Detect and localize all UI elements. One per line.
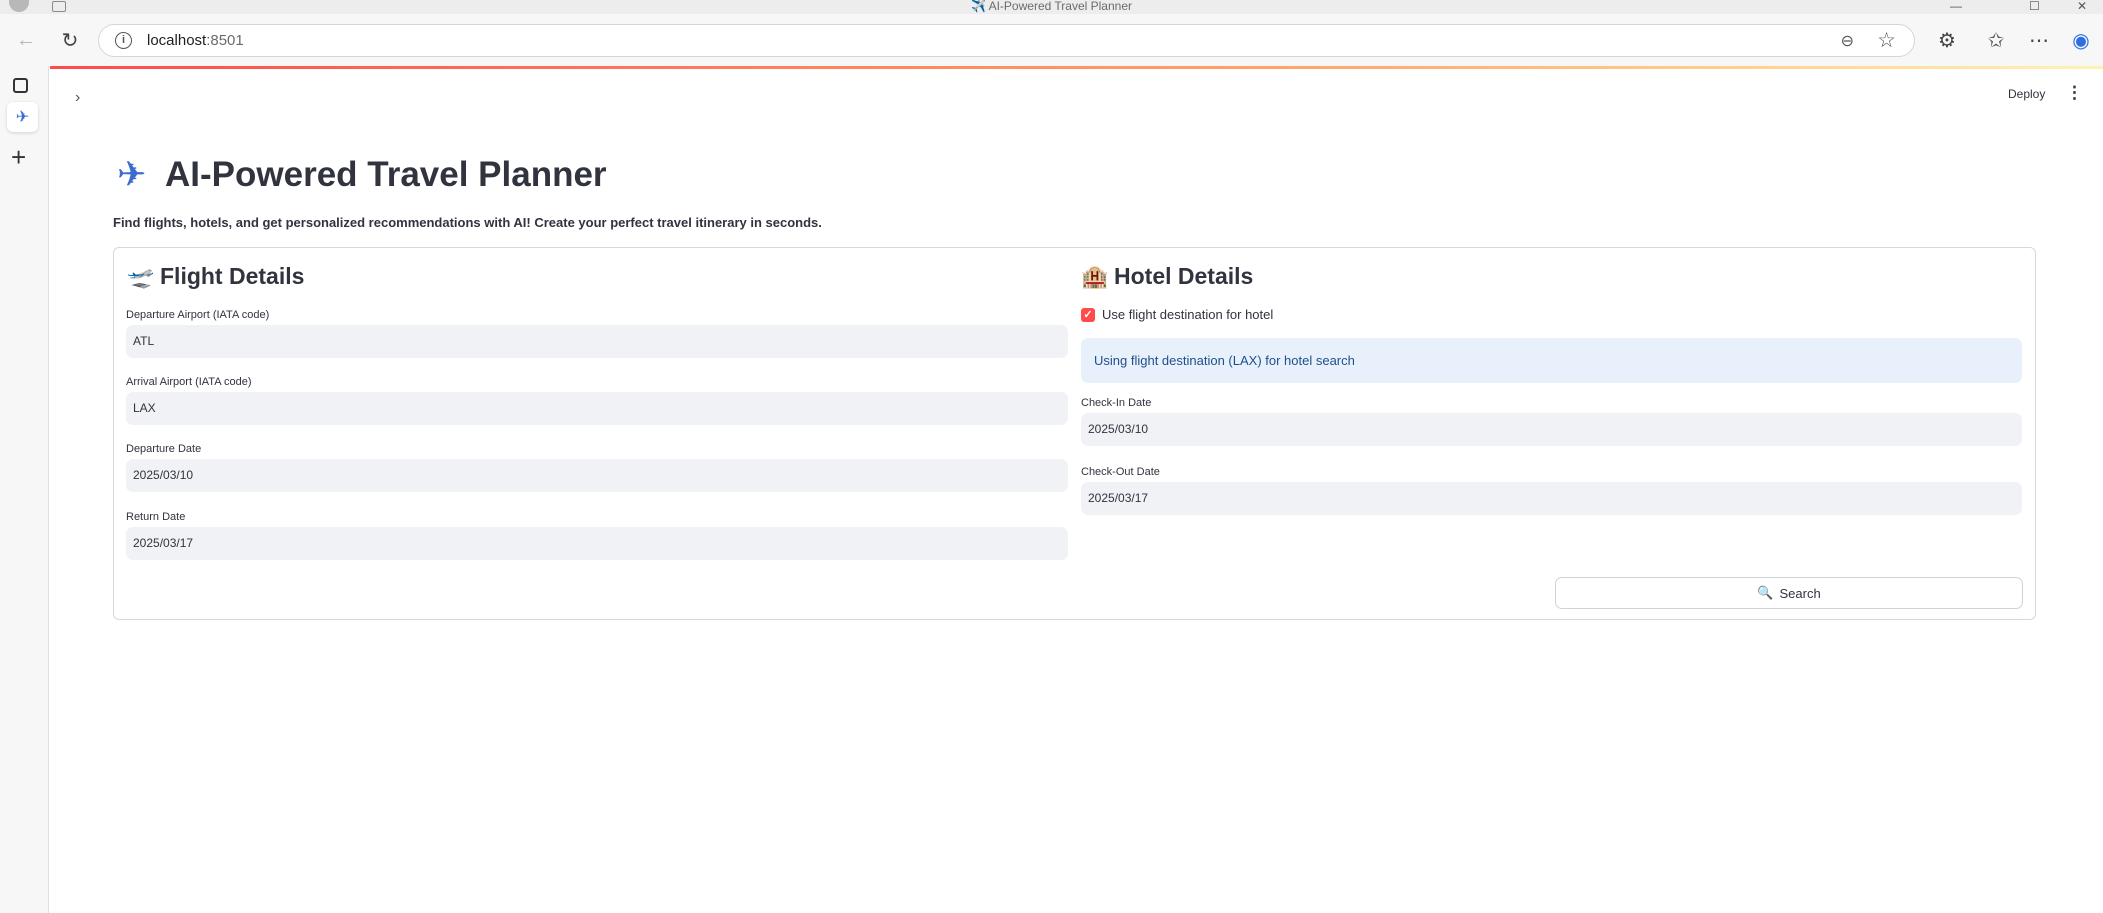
checkout-date-label: Check-Out Date [1081,466,1160,478]
departure-date-input[interactable]: 2025/03/10 [126,459,1068,492]
checkin-date-label: Check-In Date [1081,397,1152,409]
use-flight-destination-label[interactable]: Use flight destination for hotel [1102,307,1273,322]
zoom-icon[interactable]: ⊖ [1841,31,1854,51]
flight-details-heading: 🛫 Flight Details [127,263,304,290]
page-title: ✈ AI-Powered Travel Planner [117,155,607,195]
more-options-icon[interactable]: ⋯ [2025,26,2053,54]
main-menu-icon[interactable]: ⋮ [2066,83,2083,103]
use-flight-destination-checkbox[interactable]: ✓ [1081,308,1095,322]
page-title-text: AI-Powered Travel Planner [165,155,607,194]
checkin-date-input[interactable]: 2025/03/10 [1081,413,2022,446]
browser-title-bar: ✈️ AI-Powered Travel Planner — ☐ ✕ [0,0,2103,14]
url-host: localhost [147,32,207,49]
back-button[interactable]: ← [12,26,40,54]
deploy-button[interactable]: Deploy [2008,87,2045,101]
new-tab-icon[interactable]: + [11,144,26,170]
favorite-star-icon[interactable]: ☆ [1877,28,1896,53]
magnifier-icon: 🔍 [1757,585,1774,600]
arrival-airport-input[interactable]: LAX [126,392,1068,425]
flight-heading-text: Flight Details [160,263,305,289]
app-main: › Deploy ⋮ ✈ AI-Powered Travel Planner Fi… [49,69,2103,913]
search-button[interactable]: 🔍 Search [1555,577,2023,609]
url-port: :8501 [206,32,244,49]
site-info-icon[interactable]: i [115,32,132,49]
favorites-icon[interactable]: ✩ [1982,26,2010,54]
close-icon[interactable]: ✕ [2077,0,2087,13]
sidebar-expand-icon[interactable]: › [75,89,80,107]
checkout-date-input[interactable]: 2025/03/17 [1081,482,2022,515]
return-date-input[interactable]: 2025/03/17 [126,527,1068,560]
tab-actions-icon[interactable] [13,78,28,93]
extensions-icon[interactable]: ⚙ [1933,26,1961,54]
address-bar[interactable]: i localhost:8501 ⊖ ☆ [98,24,1915,57]
arrival-airport-label: Arrival Airport (IATA code) [126,376,252,388]
active-tab-airplane-icon[interactable]: ✈ [7,102,38,132]
reload-button[interactable]: ↻ [56,26,84,54]
copilot-icon[interactable]: ◉ [2067,26,2095,54]
vertical-tabs-sidebar: ✈ + [0,66,49,913]
page-subtitle: Find flights, hotels, and get personaliz… [113,215,822,230]
return-date-label: Return Date [126,511,186,523]
hotel-icon: 🏨 [1081,264,1109,289]
url-text[interactable]: localhost:8501 [147,25,244,56]
browser-toolbar: ← ↻ i localhost:8501 ⊖ ☆ ⚙ ✩ ⋯ ◉ [0,14,2103,66]
info-alert-text: Using flight destination (LAX) for hotel… [1094,353,1355,368]
minimize-icon[interactable]: — [1950,0,1962,13]
departing-plane-icon: 🛫 [127,264,155,289]
info-alert: Using flight destination (LAX) for hotel… [1081,338,2022,383]
departure-airport-label: Departure Airport (IATA code) [126,309,270,321]
hotel-details-heading: 🏨 Hotel Details [1081,263,1253,290]
search-button-label: Search [1779,585,1821,601]
window-title: ✈️ AI-Powered Travel Planner [970,0,1132,13]
airplane-icon: ✈ [117,155,147,194]
departure-date-label: Departure Date [126,443,202,455]
hotel-heading-text: Hotel Details [1114,263,1254,289]
maximize-icon[interactable]: ☐ [2029,0,2040,13]
departure-airport-input[interactable]: ATL [126,325,1068,358]
